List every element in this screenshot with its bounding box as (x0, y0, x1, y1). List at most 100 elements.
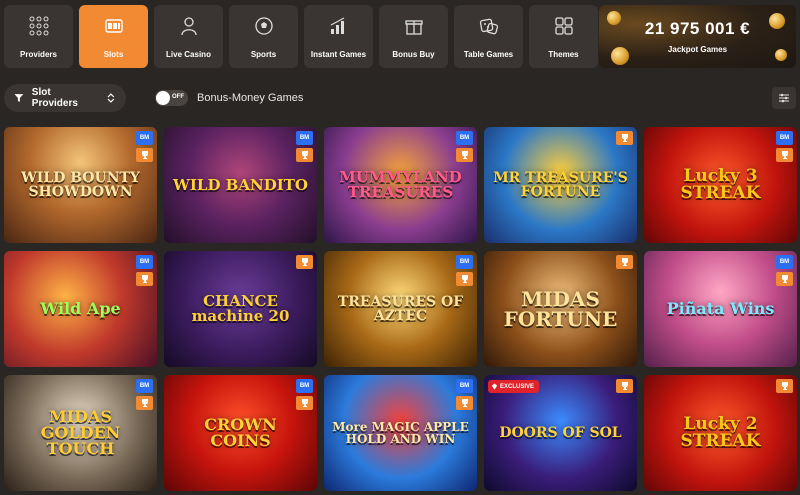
category-bonus-buy[interactable]: Bonus Buy (379, 5, 448, 68)
slot-providers-label: Slot Providers (31, 87, 78, 109)
game-tile[interactable]: Lucky 2 STREAK (644, 375, 797, 491)
bonus-money-badge: BM (776, 255, 793, 269)
bonus-money-badge-label: BM (299, 383, 310, 389)
bonus-money-toggle[interactable]: OFF (155, 90, 188, 106)
bonus-money-badge-label: BM (139, 259, 150, 265)
category-label: Slots (103, 49, 124, 59)
bonus-money-badge-label: BM (459, 135, 470, 141)
dice-icon (478, 15, 500, 42)
category-themes[interactable]: Themes (529, 5, 598, 68)
category-label: Sports (250, 49, 277, 59)
jackpot-banner[interactable]: 21 975 001 € Jackpot Games (599, 5, 796, 68)
category-label: Bonus Buy (392, 49, 435, 59)
game-tile[interactable]: More MAGIC APPLE HOLD AND WIN BM (324, 375, 477, 491)
exclusive-badge: EXCLUSIVE (488, 380, 540, 393)
category-live-casino[interactable]: Live Casino (154, 5, 223, 68)
game-tile[interactable]: DOORS OF SOL EXCLUSIVE (484, 375, 637, 491)
chevron-updown-icon (107, 93, 115, 103)
game-title: TREASURES OF AZTEC (337, 294, 464, 324)
game-badges (616, 131, 633, 145)
grid-dots-icon (28, 15, 50, 42)
trophy-icon (776, 272, 793, 286)
diamond-icon (491, 383, 498, 390)
coin-decoration (611, 47, 629, 65)
game-grid: WILD BOUNTY SHOWDOWN BM WILD BANDITO BM MUMM… (4, 127, 797, 491)
category-label: Instant Games (310, 49, 367, 59)
squares-icon (553, 15, 575, 42)
game-tile[interactable]: Lucky 3 STREAK BM (644, 127, 797, 243)
game-title: Wild Ape (40, 299, 121, 318)
game-tile[interactable]: CROWN COINS BM (164, 375, 317, 491)
bonus-money-badge: BM (136, 379, 153, 393)
slot-machine-icon (103, 15, 125, 42)
game-title: More MAGIC APPLE HOLD AND WIN (332, 420, 469, 446)
filter-settings-button[interactable] (772, 87, 796, 109)
game-tile[interactable]: MUMMYLAND TREASURES BM (324, 127, 477, 243)
bonus-money-badge: BM (456, 379, 473, 393)
trophy-icon (456, 272, 473, 286)
bonus-money-badge: BM (456, 255, 473, 269)
category-sports[interactable]: Sports (229, 5, 298, 68)
category-bar: Providers Slots Live Casino Sports Instant G… (4, 5, 598, 69)
trophy-icon (296, 396, 313, 410)
category-slots[interactable]: Slots (79, 5, 148, 68)
game-tile[interactable]: MIDAS GOLDEN TOUCH BM (4, 375, 157, 491)
game-tile[interactable]: TREASURES OF AZTEC BM (324, 251, 477, 367)
game-badges: BM (456, 131, 473, 162)
bonus-money-badge-label: BM (779, 259, 790, 265)
bonus-money-badge-label: BM (139, 383, 150, 389)
coin-decoration (775, 49, 787, 61)
category-table-games[interactable]: Table Games (454, 5, 523, 68)
category-label: Live Casino (166, 49, 211, 59)
game-title: MIDAS GOLDEN TOUCH (40, 407, 121, 458)
exclusive-label: EXCLUSIVE (500, 383, 535, 390)
game-title: Lucky 3 STREAK (680, 166, 761, 203)
trophy-icon (296, 148, 313, 162)
game-badges: BM (296, 379, 313, 410)
bonus-money-badge-label: BM (299, 135, 310, 141)
bar-chart-icon (328, 15, 350, 42)
game-tile[interactable]: CHANCE machine 20 (164, 251, 317, 367)
trophy-icon (456, 396, 473, 410)
game-badges: BM (136, 379, 153, 410)
bonus-money-badge-label: BM (779, 135, 790, 141)
category-instant-games[interactable]: Instant Games (304, 5, 373, 68)
game-badges (776, 379, 793, 393)
game-tile[interactable]: Wild Ape BM (4, 251, 157, 367)
trophy-icon (296, 255, 313, 269)
game-title: Lucky 2 STREAK (680, 414, 761, 451)
soccer-ball-icon (253, 15, 275, 42)
slot-providers-button[interactable]: Slot Providers (4, 84, 126, 112)
game-tile[interactable]: WILD BANDITO BM (164, 127, 317, 243)
toggle-knob (156, 91, 170, 105)
trophy-icon (456, 148, 473, 162)
category-label: Table Games (463, 49, 514, 59)
game-tile[interactable]: WILD BOUNTY SHOWDOWN BM (4, 127, 157, 243)
game-badges: BM (456, 379, 473, 410)
game-badges (616, 255, 633, 269)
bonus-money-badge-label: BM (459, 259, 470, 265)
filter-row: Slot Providers OFF Bonus-Money Games (4, 84, 796, 112)
game-tile[interactable]: Piñata Wins BM (644, 251, 797, 367)
game-tile[interactable]: MIDAS FORTUNE (484, 251, 637, 367)
jackpot-amount: 21 975 001 € (644, 19, 751, 38)
game-badges: BM (456, 255, 473, 286)
trophy-icon (616, 379, 633, 393)
trophy-icon (616, 131, 633, 145)
category-providers[interactable]: Providers (4, 5, 73, 68)
bonus-money-badge-label: BM (459, 383, 470, 389)
category-label: Themes (548, 49, 579, 59)
game-title: DOORS OF SOL (499, 425, 622, 441)
trophy-icon (136, 396, 153, 410)
game-title: MIDAS FORTUNE (503, 287, 618, 331)
dealer-icon (178, 15, 200, 42)
game-badges: BM (136, 255, 153, 286)
bonus-money-badge: BM (776, 131, 793, 145)
sliders-icon (779, 93, 789, 103)
trophy-icon (776, 148, 793, 162)
bonus-money-label: Bonus-Money Games (197, 92, 304, 104)
game-title: CROWN COINS (204, 415, 277, 450)
game-tile[interactable]: MR TREASURE'S FORTUNE (484, 127, 637, 243)
trophy-icon (136, 272, 153, 286)
bonus-money-badge: BM (456, 131, 473, 145)
